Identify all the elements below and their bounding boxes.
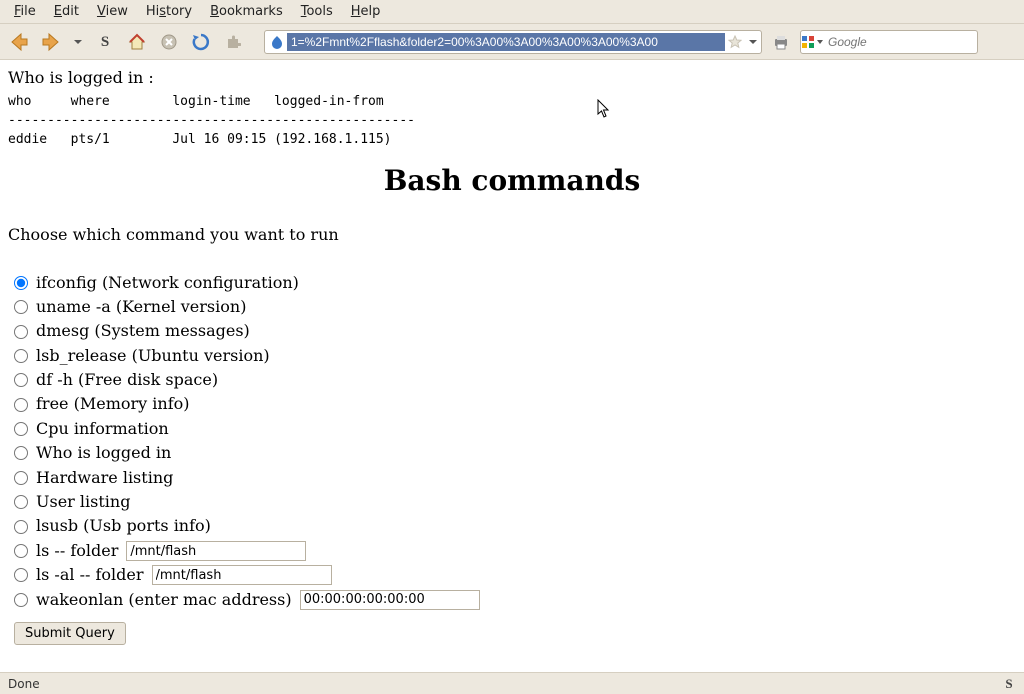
choose-label: Choose which command you want to run bbox=[8, 225, 1016, 244]
puzzle-icon bbox=[225, 34, 241, 50]
command-label: lsb_release (Ubuntu version) bbox=[36, 345, 270, 367]
menu-edit[interactable]: Edit bbox=[46, 2, 87, 21]
stop-icon bbox=[160, 33, 178, 51]
menu-view[interactable]: View bbox=[89, 2, 136, 21]
page-title: Bash commands bbox=[8, 164, 1016, 197]
command-option: lsb_release (Ubuntu version) bbox=[14, 345, 1016, 367]
command-option: lsusb (Usb ports info) bbox=[14, 515, 1016, 537]
bookmark-star-icon[interactable] bbox=[725, 35, 745, 49]
stop-button[interactable] bbox=[156, 29, 182, 55]
reload-icon bbox=[191, 32, 211, 52]
home-icon bbox=[127, 32, 147, 52]
command-param-input[interactable] bbox=[152, 565, 332, 585]
command-option: uname -a (Kernel version) bbox=[14, 296, 1016, 318]
command-option: ifconfig (Network configuration) bbox=[14, 272, 1016, 294]
command-radio[interactable] bbox=[14, 446, 28, 460]
command-option: Cpu information bbox=[14, 418, 1016, 440]
who-output: who where login-time logged-in-from ----… bbox=[8, 93, 1016, 150]
command-option: User listing bbox=[14, 491, 1016, 513]
command-label: ls -- folder bbox=[36, 540, 118, 562]
command-label: free (Memory info) bbox=[36, 393, 189, 415]
command-radio[interactable] bbox=[14, 471, 28, 485]
drupal-icon bbox=[270, 35, 284, 49]
svg-text:S: S bbox=[1005, 677, 1012, 691]
command-label: User listing bbox=[36, 491, 130, 513]
command-label: Hardware listing bbox=[36, 467, 173, 489]
menu-bookmarks[interactable]: Bookmarks bbox=[202, 2, 291, 21]
menu-history[interactable]: History bbox=[138, 2, 200, 21]
command-label: uname -a (Kernel version) bbox=[36, 296, 246, 318]
status-text: Done bbox=[8, 677, 40, 691]
command-label: Cpu information bbox=[36, 418, 169, 440]
menu-help[interactable]: Help bbox=[343, 2, 389, 21]
command-label: Who is logged in bbox=[36, 442, 171, 464]
printer-icon bbox=[772, 33, 790, 51]
command-label: ls -al -- folder bbox=[36, 564, 144, 586]
url-bar[interactable] bbox=[264, 30, 762, 54]
command-param-input[interactable] bbox=[300, 590, 480, 610]
command-option: Hardware listing bbox=[14, 467, 1016, 489]
command-radio[interactable] bbox=[14, 520, 28, 534]
search-bar[interactable] bbox=[800, 30, 978, 54]
chevron-down-icon bbox=[73, 37, 83, 47]
command-label: dmesg (System messages) bbox=[36, 320, 250, 342]
chevron-down-icon bbox=[816, 38, 824, 46]
command-radio[interactable] bbox=[14, 544, 28, 558]
command-radio[interactable] bbox=[14, 276, 28, 290]
command-radio[interactable] bbox=[14, 568, 28, 582]
home-button[interactable] bbox=[124, 29, 150, 55]
command-label: ifconfig (Network configuration) bbox=[36, 272, 299, 294]
command-option: ls -al -- folder bbox=[14, 564, 1016, 586]
s-icon: S bbox=[96, 33, 114, 51]
command-radio[interactable] bbox=[14, 373, 28, 387]
command-options-list: ifconfig (Network configuration)uname -a… bbox=[8, 272, 1016, 611]
scrapbook-button[interactable]: S bbox=[92, 29, 118, 55]
command-radio[interactable] bbox=[14, 593, 28, 607]
command-param-input[interactable] bbox=[126, 541, 306, 561]
command-radio[interactable] bbox=[14, 495, 28, 509]
forward-arrow-icon bbox=[40, 31, 62, 53]
search-input[interactable] bbox=[824, 33, 978, 51]
who-heading: Who is logged in : bbox=[8, 68, 1016, 87]
command-option: df -h (Free disk space) bbox=[14, 369, 1016, 391]
command-radio[interactable] bbox=[14, 349, 28, 363]
google-icon bbox=[801, 35, 815, 49]
command-option: wakeonlan (enter mac address) bbox=[14, 589, 1016, 611]
status-bar: Done S bbox=[0, 672, 1024, 694]
back-arrow-icon bbox=[8, 31, 30, 53]
menu-file[interactable]: File bbox=[6, 2, 44, 21]
s-status-icon: S bbox=[1002, 677, 1016, 691]
command-option: ls -- folder bbox=[14, 540, 1016, 562]
reload-button[interactable] bbox=[188, 29, 214, 55]
url-dropdown-icon[interactable] bbox=[745, 37, 761, 47]
command-radio[interactable] bbox=[14, 325, 28, 339]
submit-button[interactable]: Submit Query bbox=[14, 622, 126, 645]
search-engine-selector[interactable] bbox=[801, 35, 824, 49]
print-button[interactable] bbox=[768, 29, 794, 55]
menu-tools[interactable]: Tools bbox=[293, 2, 341, 21]
command-radio[interactable] bbox=[14, 300, 28, 314]
plugin-button[interactable] bbox=[220, 29, 246, 55]
command-option: dmesg (System messages) bbox=[14, 320, 1016, 342]
command-label: lsusb (Usb ports info) bbox=[36, 515, 211, 537]
back-button[interactable] bbox=[6, 29, 32, 55]
command-radio[interactable] bbox=[14, 422, 28, 436]
command-option: Who is logged in bbox=[14, 442, 1016, 464]
command-radio[interactable] bbox=[14, 398, 28, 412]
recent-pages-dropdown[interactable] bbox=[70, 29, 86, 55]
svg-text:S: S bbox=[101, 34, 109, 50]
command-label: df -h (Free disk space) bbox=[36, 369, 218, 391]
menu-bar: File Edit View History Bookmarks Tools H… bbox=[0, 0, 1024, 24]
url-input[interactable] bbox=[287, 33, 725, 51]
navigation-toolbar: S bbox=[0, 24, 1024, 60]
forward-button[interactable] bbox=[38, 29, 64, 55]
site-favicon bbox=[267, 32, 287, 52]
command-option: free (Memory info) bbox=[14, 393, 1016, 415]
command-label: wakeonlan (enter mac address) bbox=[36, 589, 292, 611]
page-content: Who is logged in : who where login-time … bbox=[0, 60, 1024, 672]
